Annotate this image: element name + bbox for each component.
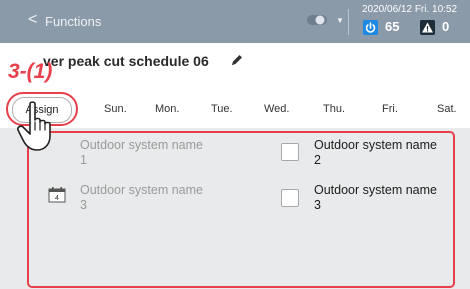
- pencil-icon[interactable]: [230, 53, 244, 67]
- schedule-title: ver peak cut schedule 06: [43, 53, 209, 69]
- toggle-icon[interactable]: [307, 13, 327, 27]
- step-label: 3-(1): [8, 60, 53, 83]
- header-divider: [348, 9, 349, 35]
- day-tue[interactable]: Tue.: [211, 103, 233, 115]
- day-thu[interactable]: Thu.: [323, 103, 345, 115]
- day-fri[interactable]: Fri.: [382, 103, 398, 115]
- header-title[interactable]: Functions: [45, 14, 101, 29]
- day-sun[interactable]: Sun.: [104, 103, 127, 115]
- pointing-hand-icon: [17, 101, 51, 151]
- dropdown-arrow-icon[interactable]: ▼: [336, 16, 344, 25]
- datetime-display: 2020/06/12 Fri. 10:52: [362, 4, 458, 15]
- power-value: 65: [385, 19, 400, 34]
- day-sat[interactable]: Sat.: [437, 103, 457, 115]
- list-highlight-frame: [27, 131, 455, 288]
- warning-icon: [420, 20, 435, 35]
- day-mon[interactable]: Mon.: [155, 103, 179, 115]
- day-wed[interactable]: Wed.: [264, 103, 289, 115]
- chevron-left-icon[interactable]: <: [28, 11, 37, 29]
- power-icon: [363, 20, 378, 35]
- warning-value: 0: [442, 19, 450, 34]
